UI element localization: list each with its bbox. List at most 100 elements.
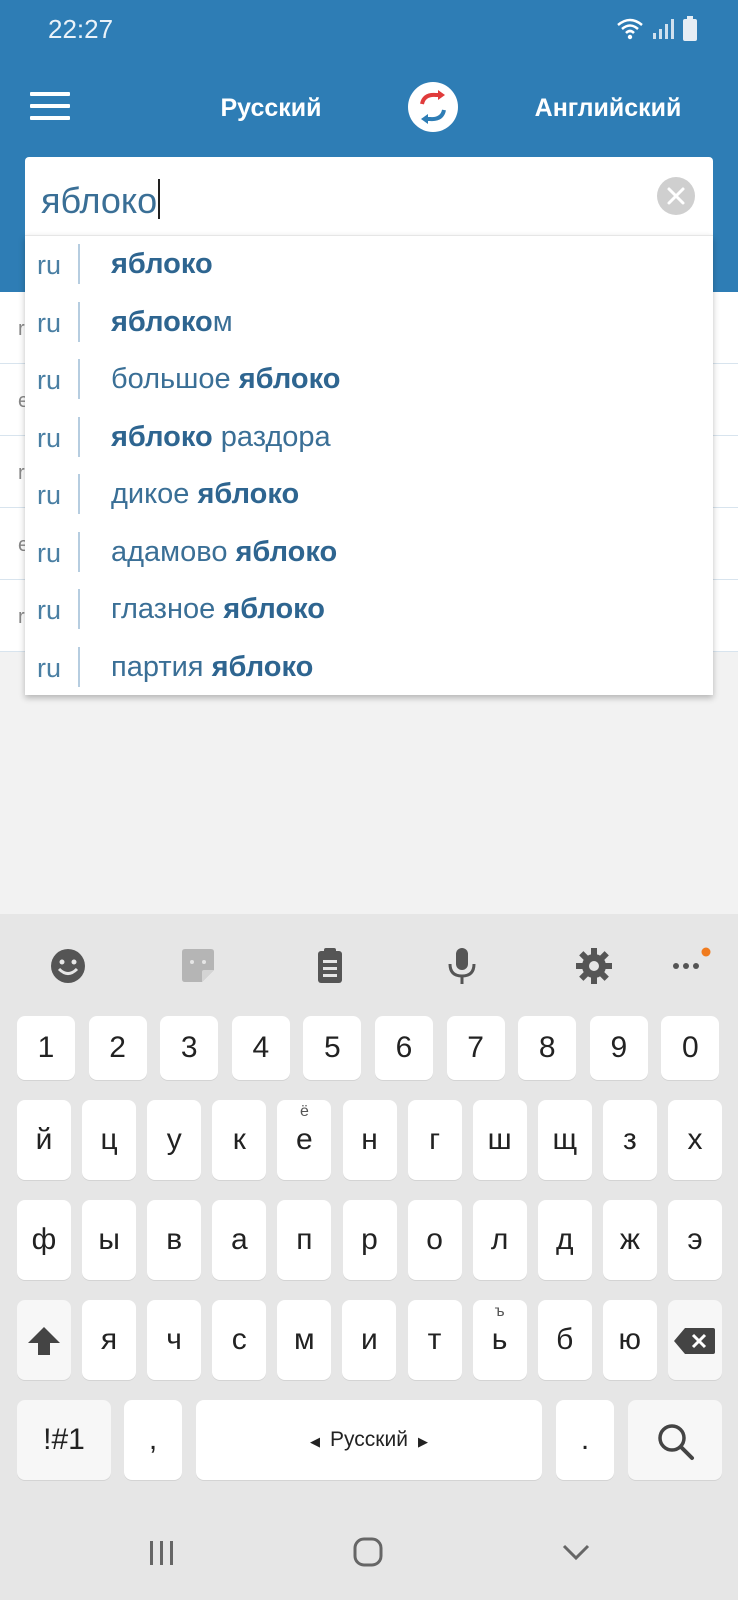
key-г[interactable]: г xyxy=(407,1100,462,1180)
key-м[interactable]: м xyxy=(277,1300,332,1380)
key-9[interactable]: 9 xyxy=(589,1016,648,1080)
gear-icon[interactable] xyxy=(574,946,624,996)
suggestion-prefix: адамово xyxy=(111,535,236,568)
key-х[interactable]: х xyxy=(668,1100,722,1180)
suggestion-text: дикое яблоко xyxy=(111,478,299,511)
suggestion-match: яблоко xyxy=(111,248,213,280)
suggestion-item[interactable]: ru большое яблоко xyxy=(25,351,713,409)
key-ч[interactable]: ч xyxy=(147,1300,202,1380)
key-label: . xyxy=(580,1423,590,1456)
shift-icon xyxy=(28,1327,60,1356)
key-1[interactable]: 1 xyxy=(17,1016,75,1080)
backspace-key[interactable] xyxy=(668,1300,722,1380)
source-language-button[interactable]: Русский xyxy=(196,94,346,123)
key-2[interactable]: 2 xyxy=(88,1016,147,1080)
key-и[interactable]: и xyxy=(342,1300,397,1380)
key-7[interactable]: 7 xyxy=(446,1016,505,1080)
key-с[interactable]: с xyxy=(212,1300,267,1380)
key-в[interactable]: в xyxy=(147,1200,202,1280)
key-з[interactable]: з xyxy=(602,1100,657,1180)
key-к[interactable]: к xyxy=(212,1100,267,1180)
key-р[interactable]: р xyxy=(342,1200,397,1280)
suggestion-match: яблоко xyxy=(111,420,213,453)
menu-icon[interactable] xyxy=(30,92,70,126)
key-5[interactable]: 5 xyxy=(303,1016,362,1080)
search-input[interactable]: яблоко xyxy=(41,179,161,222)
search-icon xyxy=(658,1424,694,1461)
key-label: т xyxy=(427,1323,442,1356)
key-щ[interactable]: щ xyxy=(537,1100,592,1180)
key-п[interactable]: п xyxy=(277,1200,332,1280)
suggestion-item[interactable]: ru яблоко раздора xyxy=(25,409,713,467)
divider xyxy=(78,474,80,514)
key-label: ю xyxy=(618,1323,642,1356)
space-key[interactable]: ◀ Русский ▶ xyxy=(196,1400,542,1480)
symbols-key[interactable]: !#1 xyxy=(17,1400,111,1480)
key-3[interactable]: 3 xyxy=(160,1016,219,1080)
divider xyxy=(78,646,80,687)
comma-key[interactable]: , xyxy=(124,1400,182,1480)
key-8[interactable]: 8 xyxy=(518,1016,577,1080)
key-label: ф xyxy=(31,1223,57,1256)
recent-apps-icon[interactable] xyxy=(132,1528,192,1578)
key-у[interactable]: у xyxy=(147,1100,202,1180)
shift-key[interactable] xyxy=(17,1300,71,1380)
key-ш[interactable]: ш xyxy=(472,1100,527,1180)
key-н[interactable]: н xyxy=(342,1100,397,1180)
suggestion-text: партия яблоко xyxy=(111,651,313,684)
clipboard-icon[interactable] xyxy=(310,946,360,996)
key-я[interactable]: я xyxy=(82,1300,136,1380)
suggestion-language-code: ru xyxy=(37,365,62,395)
home-icon[interactable] xyxy=(338,1528,398,1578)
clear-search-icon[interactable] xyxy=(657,177,695,215)
microphone-icon[interactable] xyxy=(442,946,492,996)
key-л[interactable]: л xyxy=(472,1200,527,1280)
key-б[interactable]: б xyxy=(537,1300,592,1380)
key-а[interactable]: а xyxy=(212,1200,267,1280)
swap-languages-icon[interactable] xyxy=(408,82,458,132)
key-6[interactable]: 6 xyxy=(375,1016,433,1080)
key-ф[interactable]: ф xyxy=(17,1200,71,1280)
key-label: в xyxy=(166,1223,183,1256)
key-4[interactable]: 4 xyxy=(231,1016,290,1080)
suggestion-item[interactable]: ru дикое яблоко xyxy=(25,466,713,524)
suggestion-language-code: ru xyxy=(37,480,62,510)
emoji-icon[interactable] xyxy=(48,946,98,996)
key-д[interactable]: д xyxy=(537,1200,592,1280)
key-label: э xyxy=(687,1223,703,1256)
suggestion-item[interactable]: ru партия яблоко xyxy=(25,639,713,697)
key-т[interactable]: т xyxy=(407,1300,462,1380)
key-ц[interactable]: ц xyxy=(82,1100,137,1180)
target-language-button[interactable]: Английский xyxy=(518,94,698,123)
sticker-icon[interactable] xyxy=(178,946,228,996)
suggestion-item[interactable]: ru яблоком xyxy=(25,294,713,352)
key-label: щ xyxy=(552,1123,578,1156)
search-key[interactable] xyxy=(628,1400,722,1480)
key-label: п xyxy=(296,1223,313,1256)
key-ы[interactable]: ы xyxy=(82,1200,137,1280)
key-ж[interactable]: ж xyxy=(602,1200,657,1280)
key-ю[interactable]: ю xyxy=(602,1300,657,1380)
back-chevron-icon[interactable] xyxy=(546,1528,606,1578)
suggestion-prefix: большое xyxy=(111,363,239,395)
key-label: 1 xyxy=(37,1031,55,1064)
suggestion-item[interactable]: ru яблоко xyxy=(25,236,713,294)
key-label: 5 xyxy=(324,1031,341,1064)
suggestion-item[interactable]: ru адамово яблоко xyxy=(25,524,713,582)
search-field[interactable]: яблоко xyxy=(25,157,713,235)
suggestion-match: яблоко xyxy=(211,650,314,683)
key-label: 4 xyxy=(252,1031,270,1064)
key-label: а xyxy=(230,1223,248,1256)
key-э[interactable]: э xyxy=(668,1200,722,1280)
key-label: я xyxy=(100,1323,118,1356)
suggestion-item[interactable]: ru глазное яблоко xyxy=(25,581,713,639)
more-options-icon[interactable] xyxy=(670,946,720,996)
key-label: 7 xyxy=(467,1031,484,1064)
key-0[interactable]: 0 xyxy=(661,1016,720,1080)
key-о[interactable]: о xyxy=(407,1200,462,1280)
key-label: ь xyxy=(491,1323,508,1356)
key-ь[interactable]: ьъ xyxy=(472,1300,527,1380)
period-key[interactable]: . xyxy=(556,1400,614,1480)
key-й[interactable]: й xyxy=(17,1100,71,1180)
key-е[interactable]: её xyxy=(277,1100,332,1180)
